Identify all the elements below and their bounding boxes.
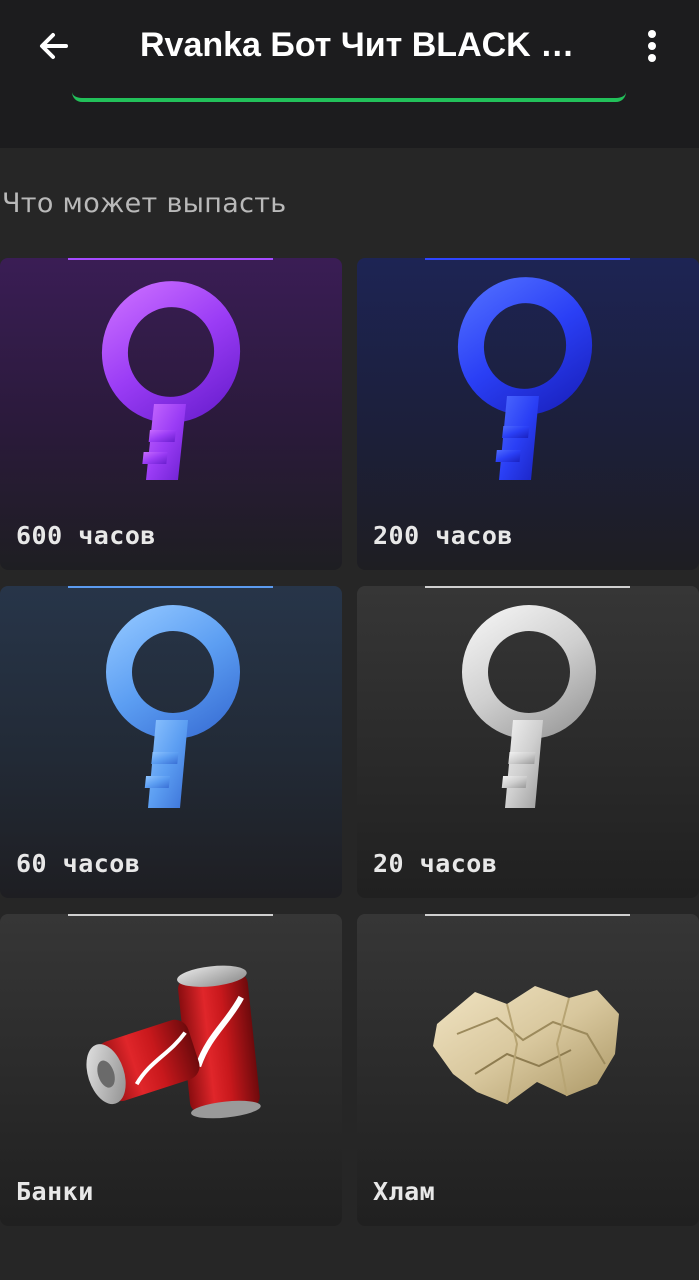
drop-item-card[interactable]: 20 часов (357, 586, 699, 898)
more-vert-icon (648, 30, 656, 62)
item-label: 600 часов (16, 521, 156, 550)
drop-item-card[interactable]: 200 часов (357, 258, 699, 570)
drop-item-card[interactable]: 60 часов (0, 586, 342, 898)
item-label: Хлам (373, 1177, 436, 1206)
open-case-button-edge[interactable] (72, 92, 626, 102)
purple-key-icon (101, 281, 241, 480)
item-label: Банки (16, 1177, 94, 1206)
page-title: Rvanka Бот Чит BLACK RUSSIA (140, 26, 580, 64)
drop-item-card[interactable]: 600 часов (0, 258, 342, 570)
item-label: 200 часов (373, 521, 513, 550)
crumpled-paper-icon (433, 986, 619, 1105)
blue-key-icon (457, 277, 593, 480)
arrow-left-icon (40, 33, 68, 59)
item-label: 60 часов (16, 849, 141, 878)
item-label: 20 часов (373, 849, 498, 878)
light-blue-key-icon (106, 605, 240, 808)
app-bar: Rvanka Бот Чит BLACK RUSSIA (0, 0, 699, 92)
back-button[interactable] (32, 24, 76, 68)
more-options-button[interactable] (630, 22, 674, 70)
drop-item-card[interactable]: Хлам (357, 914, 699, 1226)
section-title: Что может выпасть (2, 188, 287, 219)
cola-cans-icon (86, 965, 261, 1119)
drop-item-card[interactable]: Банки (0, 914, 342, 1226)
silver-key-icon (462, 605, 596, 808)
